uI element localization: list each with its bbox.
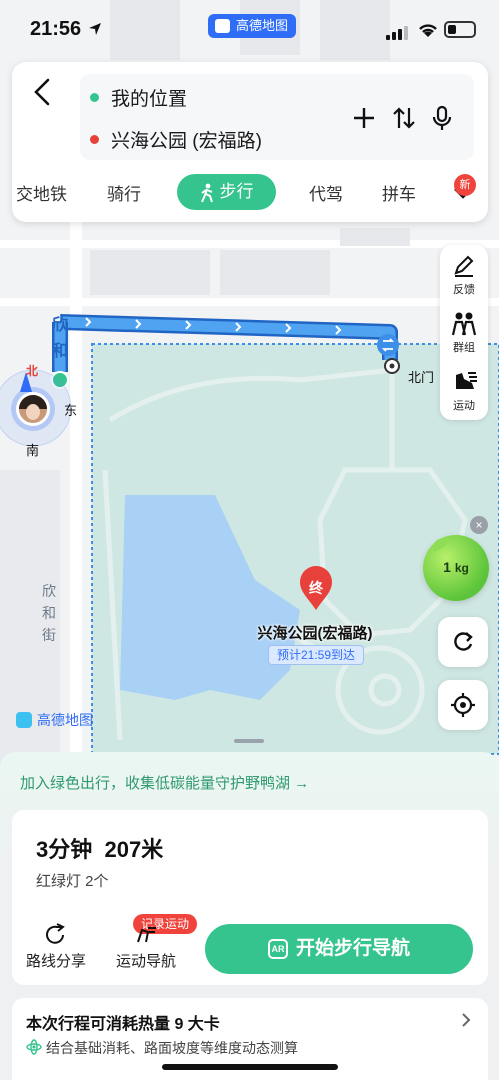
tab-carpool[interactable]: 拼车	[382, 180, 416, 205]
street-char: 和	[42, 605, 56, 621]
compass-south: 南	[26, 443, 40, 458]
sheet-grabber[interactable]	[234, 739, 264, 743]
amap-app-icon	[215, 19, 230, 33]
origin-dot	[90, 92, 99, 102]
destination-pin-label: 终	[309, 580, 323, 596]
traffic-lights-count: 红绿灯 2个	[36, 873, 109, 890]
sport-label: 运动	[453, 400, 475, 412]
eco-unit: kg	[454, 561, 469, 575]
crosshair-icon	[451, 693, 475, 717]
walking-icon	[200, 183, 213, 202]
destination-pin[interactable]: 终	[300, 572, 332, 612]
route-duration-distance: 3分钟 207米	[36, 832, 163, 864]
feedback-button[interactable]: 反馈	[440, 253, 488, 297]
share-icon	[46, 923, 65, 944]
new-badge: 新	[454, 174, 476, 196]
sport-navigation-button[interactable]: 运动导航	[106, 922, 186, 971]
eta-tag: 预计21:59到达	[268, 645, 365, 665]
tab-designated-driver[interactable]: 代驾	[309, 180, 343, 205]
refresh-icon	[454, 632, 473, 651]
status-time: 21:56	[30, 18, 82, 40]
sport-navigation-label: 运动导航	[115, 953, 176, 970]
user-location-avatar[interactable]	[16, 392, 50, 426]
atom-icon	[26, 1039, 42, 1055]
start-walking-navigation-button[interactable]: AR 开始步行导航	[205, 924, 473, 974]
calorie-subtitle: 结合基础消耗、路面坡度等维度动态测算	[46, 1040, 298, 1056]
cell-signal-icon	[386, 26, 408, 40]
origin-field[interactable]: 我的位置	[90, 82, 187, 112]
gate-label: 北门	[408, 370, 435, 385]
destination-text: 兴海公园 (宏福路)	[111, 130, 262, 152]
wifi-icon	[419, 24, 437, 37]
status-bar: 21:56 高德地图	[0, 0, 499, 62]
ar-icon: AR	[267, 938, 288, 959]
address-box: 我的位置 兴海公园 (宏福路)	[80, 74, 474, 160]
amap-logo-icon	[16, 712, 32, 728]
share-route-button[interactable]: 路线分享	[16, 922, 96, 971]
feedback-label: 反馈	[453, 284, 475, 296]
battery-icon	[444, 21, 476, 38]
tab-subway[interactable]: 交地铁	[16, 180, 67, 205]
microphone-icon[interactable]	[428, 104, 456, 132]
locate-me-button[interactable]	[438, 680, 488, 730]
destination-field[interactable]: 兴海公园 (宏福路)	[90, 124, 262, 154]
start-navigation-label: 开始步行导航	[295, 938, 410, 959]
street-char: 欣	[52, 317, 69, 334]
eco-energy-ball[interactable]: 1 kg	[423, 535, 489, 601]
running-shoe-icon	[456, 372, 477, 389]
group-label: 群组	[453, 342, 475, 354]
eco-weight: 1	[443, 559, 451, 575]
street-label-xinhe-route: 欣 和	[52, 313, 70, 365]
add-waypoint-icon[interactable]	[350, 104, 378, 132]
route-bottom-sheet: 加入绿色出行，收集低碳能量守护野鸭湖 → 3分钟 207米 红绿灯 2个 路线分…	[0, 752, 499, 1080]
street-char: 和	[52, 343, 69, 360]
sport-nav-icon	[137, 927, 156, 943]
location-arrow-icon	[89, 23, 101, 35]
back-icon[interactable]	[28, 76, 58, 108]
route-duration: 3分钟	[36, 837, 93, 862]
share-route-label: 路线分享	[25, 953, 86, 970]
compass-east: 东	[64, 403, 78, 418]
refresh-route-button[interactable]	[438, 617, 488, 667]
app-pill-label: 高德地图	[236, 18, 289, 33]
amap-logo: 高德地图	[16, 710, 93, 730]
destination-name: 兴海公园(宏福路)	[257, 625, 373, 642]
tab-cycling[interactable]: 骑行	[107, 180, 141, 205]
home-indicator[interactable]	[162, 1064, 338, 1070]
tab-walking[interactable]: 步行	[177, 174, 276, 210]
route-panel: 我的位置 兴海公园 (宏福路) 交地铁 骑行 步行 代驾 拼车	[12, 62, 488, 222]
street-label-xinhe-street: 欣 和 街	[42, 580, 58, 646]
street-char: 欣	[42, 583, 56, 599]
sport-button[interactable]: 运动	[440, 369, 488, 413]
side-toolbar: 反馈 群组 运动	[440, 245, 488, 420]
compass-north: 北	[26, 364, 39, 378]
pen-icon	[454, 255, 474, 277]
swap-icon[interactable]	[390, 104, 418, 132]
travel-mode-tabs: 交地铁 骑行 步行 代驾 拼车	[12, 174, 488, 214]
green-travel-banner[interactable]: 加入绿色出行，收集低碳能量守护野鸭湖 →	[20, 772, 309, 793]
street-char: 街	[42, 627, 56, 643]
route-summary-card: 3分钟 207米 红绿灯 2个 路线分享 记录运动 运动导航 AR 开始步行导航	[12, 810, 488, 985]
group-icon	[451, 312, 477, 336]
tab-walking-label: 步行	[219, 182, 254, 201]
app-return-pill[interactable]: 高德地图	[208, 14, 297, 38]
amap-logo-text: 高德地图	[37, 712, 93, 728]
chevron-right-icon	[462, 1013, 471, 1027]
calorie-title: 本次行程可消耗热量 9 大卡	[26, 1016, 220, 1033]
route-distance: 207米	[104, 837, 164, 862]
eco-close-button[interactable]: ×	[470, 516, 488, 534]
origin-text: 我的位置	[111, 88, 188, 110]
group-button[interactable]: 群组	[440, 311, 488, 355]
destination-dot	[90, 134, 99, 144]
